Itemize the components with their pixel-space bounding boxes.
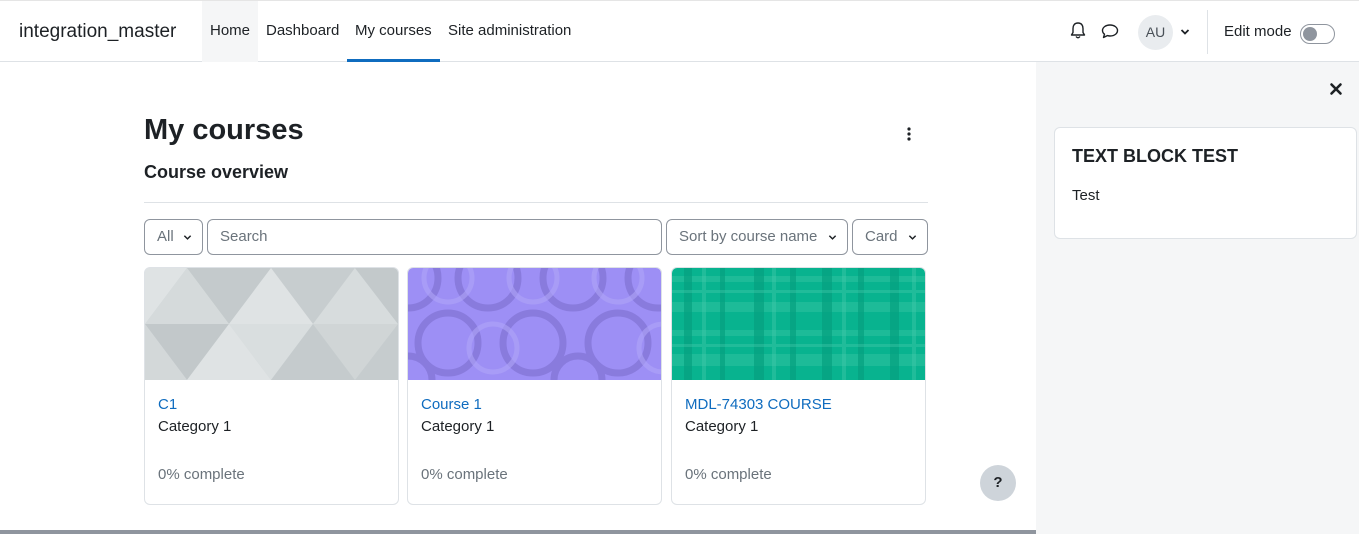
nav-my-courses[interactable]: My courses — [347, 1, 440, 62]
course-progress: 0% complete — [421, 466, 508, 483]
course-image[interactable] — [408, 268, 661, 380]
site-brand[interactable]: integration_master — [19, 21, 176, 43]
section-divider — [144, 202, 928, 203]
course-name-link[interactable]: Course 1 — [421, 396, 482, 413]
chevron-down-icon — [183, 235, 192, 240]
notification-bell-icon[interactable] — [1068, 21, 1088, 41]
chevron-down-icon — [908, 235, 917, 240]
sort-value: Sort by course name — [679, 228, 818, 245]
chevron-down-icon — [828, 235, 837, 240]
page-title: My courses — [144, 114, 304, 146]
text-block: TEXT BLOCK TEST Test — [1054, 127, 1357, 239]
search-input[interactable]: Search — [207, 219, 662, 255]
course-image[interactable] — [672, 268, 925, 380]
nav-dashboard[interactable]: Dashboard — [258, 1, 347, 62]
course-image[interactable] — [145, 268, 398, 380]
messaging-chat-icon[interactable] — [1100, 21, 1120, 41]
course-card[interactable]: MDL-74303 COURSE Category 1 0% complete — [671, 267, 926, 505]
section-title: Course overview — [144, 162, 289, 182]
edit-mode-toggle[interactable] — [1300, 24, 1335, 44]
main-region: My courses Course overview All Search So… — [0, 62, 1045, 534]
course-name-link[interactable]: MDL-74303 COURSE — [685, 396, 832, 413]
view-value: Card — [865, 228, 898, 245]
navbar-divider — [1207, 10, 1208, 54]
nav-home[interactable]: Home — [202, 1, 259, 62]
help-button[interactable]: ? — [980, 465, 1016, 501]
sort-dropdown[interactable]: Sort by course name — [666, 219, 848, 255]
bottom-edge-bar — [0, 530, 1036, 534]
kebab-menu-icon[interactable] — [903, 126, 915, 142]
top-navbar: integration_master Home Dashboard My cou… — [0, 0, 1359, 62]
course-progress: 0% complete — [685, 466, 772, 483]
toggle-knob — [1303, 27, 1317, 41]
search-placeholder: Search — [220, 228, 268, 245]
close-icon[interactable] — [1329, 82, 1343, 96]
block-title: TEXT BLOCK TEST — [1072, 146, 1238, 166]
user-avatar[interactable]: AU — [1138, 15, 1173, 50]
grouping-value: All — [157, 228, 174, 245]
course-category: Category 1 — [421, 418, 495, 435]
course-card[interactable]: Course 1 Category 1 0% complete — [407, 267, 662, 505]
course-category: Category 1 — [685, 418, 759, 435]
edit-mode-label: Edit mode — [1224, 23, 1292, 40]
grouping-dropdown[interactable]: All — [144, 219, 203, 255]
view-dropdown[interactable]: Card — [852, 219, 928, 255]
chevron-down-icon[interactable] — [1180, 27, 1190, 37]
block-body: Test — [1072, 187, 1100, 204]
nav-site-administration[interactable]: Site administration — [440, 1, 579, 62]
course-card[interactable]: C1 Category 1 0% complete — [144, 267, 399, 505]
course-category: Category 1 — [158, 418, 232, 435]
course-name-link[interactable]: C1 — [158, 396, 177, 413]
block-drawer: TEXT BLOCK TEST Test — [1036, 62, 1359, 534]
course-progress: 0% complete — [158, 466, 245, 483]
